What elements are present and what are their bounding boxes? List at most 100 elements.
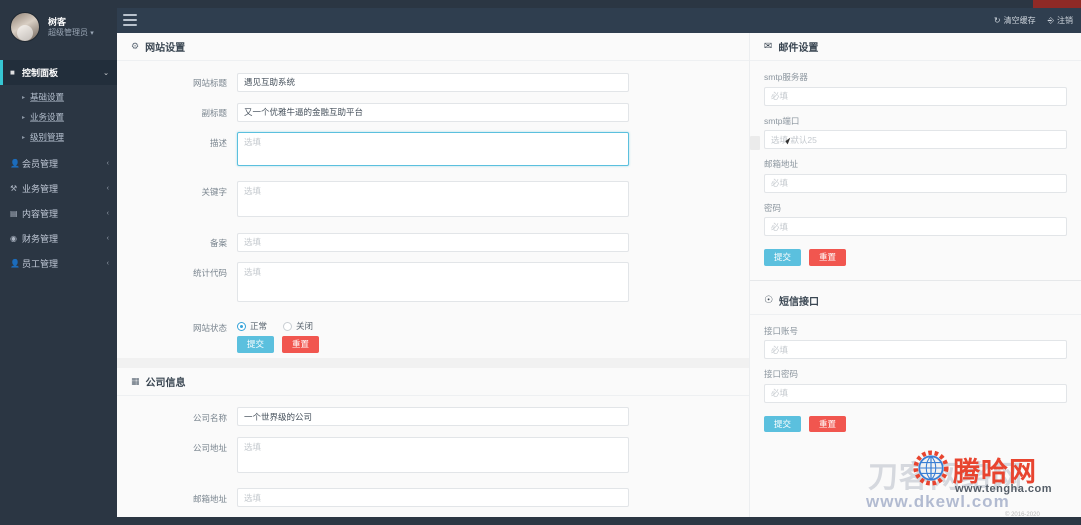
site-settings-header: ⚙ 网站设置 <box>117 33 749 61</box>
field-label: 备案 <box>209 238 227 248</box>
main-content: ⚙ 网站设置 网站标题 副标题 描述 <box>117 33 1081 525</box>
clear-cache-button[interactable]: ↻ 清空缓存 <box>994 15 1036 26</box>
field-mail-address: 邮箱地址 <box>764 158 1067 193</box>
radio-dot-icon <box>283 321 293 331</box>
site-settings-submit-button[interactable]: 提交 <box>237 336 275 353</box>
sidebar-subitem-level-management[interactable]: ▸ 级别管理 <box>0 127 117 147</box>
field-description: 描述 <box>117 127 749 176</box>
field-label: smtp服务器 <box>764 72 808 82</box>
section-gap <box>117 357 749 368</box>
right-column: ✉ 邮件设置 smtp服务器 smtp端口 邮箱地址 密码 提交 <box>749 33 1081 525</box>
radio-status-normal[interactable]: 正常 <box>237 320 267 332</box>
mail-address-input[interactable] <box>764 173 1067 193</box>
field-label: 网站状态 <box>192 323 227 333</box>
sidebar-item-members[interactable]: 👤 会员管理 ‹ <box>0 151 117 176</box>
field-label: 副标题 <box>201 108 227 118</box>
field-label: 公司地址 <box>192 442 227 453</box>
field-label: 密码 <box>764 202 782 213</box>
chevron-right-icon: ‹ <box>106 160 109 167</box>
bullet-icon: ▸ <box>22 114 26 121</box>
sidebar-item-finance[interactable]: ◉ 财务管理 ‹ <box>0 226 117 251</box>
mail-settings-buttons: 提交 重置 <box>764 245 1067 266</box>
mail-settings-reset-button[interactable]: 重置 <box>809 249 847 266</box>
radio-status-closed[interactable]: 关闭 <box>283 320 313 332</box>
site-settings-form: 网站标题 副标题 描述 <box>117 61 749 358</box>
power-icon: ⎆ <box>1047 15 1054 25</box>
icp-input[interactable] <box>237 232 629 252</box>
sidebar-item-staff[interactable]: 👤 员工管理 ‹ <box>0 251 117 276</box>
chevron-right-icon: ‹ <box>106 260 109 267</box>
sms-settings-buttons: 提交 重置 <box>764 412 1067 432</box>
sidebar-item-label: 业务管理 <box>22 184 59 194</box>
keywords-textarea[interactable] <box>237 181 629 217</box>
description-textarea[interactable] <box>237 132 629 166</box>
profile-role: 超级管理员 ▾ <box>48 28 94 39</box>
header-actions: ↻ 清空缓存 ⎆ 注销 <box>994 8 1073 33</box>
site-title-input[interactable] <box>237 72 629 92</box>
building-icon: ▦ <box>131 375 140 386</box>
section-divider <box>750 279 1081 281</box>
field-label: smtp端口 <box>764 115 800 126</box>
sidebar-item-label: 内容管理 <box>22 209 59 219</box>
comment-icon: ☉ <box>764 294 773 306</box>
company-info-header: ▦ 公司信息 <box>117 368 749 396</box>
field-subtitle: 副标题 <box>117 97 749 127</box>
user-icon: 👤 <box>10 159 20 168</box>
site-settings-buttons: 提交 重置 <box>237 332 629 353</box>
field-sms-account: 接口账号 <box>764 325 1067 359</box>
sms-account-input[interactable] <box>764 340 1067 359</box>
sidebar-item-business[interactable]: ⚒ 业务管理 ‹ <box>0 176 117 201</box>
field-sms-password: 接口密码 <box>764 368 1067 403</box>
chevron-right-icon: ‹ <box>106 185 109 192</box>
refresh-icon: ↻ <box>993 16 1001 25</box>
sidebar-item-dashboard[interactable]: ■ 控制面板 ⌄ <box>0 60 117 85</box>
sidebar-submenu: ▸ 基础设置 ▸ 业务设置 ▸ 级别管理 <box>0 85 117 151</box>
mail-settings-submit-button[interactable]: 提交 <box>764 249 802 266</box>
smtp-port-input[interactable] <box>764 130 1067 149</box>
mail-password-input[interactable] <box>764 217 1067 236</box>
field-label: 邮箱地址 <box>192 493 227 504</box>
field-label: 接口密码 <box>764 369 799 379</box>
chevron-down-icon[interactable]: ▾ <box>90 30 94 37</box>
field-site-status: 网站状态 正常 关闭 提交 重置 <box>117 312 749 358</box>
staff-icon: 👤 <box>10 259 20 268</box>
company-name-input[interactable] <box>237 407 629 426</box>
hamburger-icon[interactable] <box>123 14 137 26</box>
dashboard-icon: ■ <box>10 68 15 77</box>
gear-icon: ⚙ <box>131 41 140 51</box>
top-header: ↻ 清空缓存 ⎆ 注销 <box>117 8 1081 33</box>
clear-cache-label: 清空缓存 <box>1003 16 1036 25</box>
company-email-input[interactable] <box>237 488 629 507</box>
sms-password-input[interactable] <box>764 383 1067 403</box>
profile-name: 树客 <box>48 16 67 27</box>
sidebar-item-label: 员工管理 <box>22 259 59 269</box>
top-strip <box>0 0 1081 8</box>
field-label: 描述 <box>209 138 227 148</box>
sidebar-profile[interactable]: 树客 超级管理员 ▾ <box>0 0 117 56</box>
subtitle-input[interactable] <box>237 102 629 122</box>
field-label: 统计代码 <box>192 268 227 278</box>
logout-button[interactable]: ⎆ 注销 <box>1048 15 1073 26</box>
field-label: 接口账号 <box>764 325 799 336</box>
sms-settings-submit-button[interactable]: 提交 <box>764 415 802 432</box>
stats-code-textarea[interactable] <box>237 262 629 302</box>
site-settings-reset-button[interactable]: 重置 <box>282 336 320 353</box>
sidebar-item-content[interactable]: ▤ 内容管理 ‹ <box>0 201 117 226</box>
site-settings-title: 网站设置 <box>145 43 186 54</box>
sidebar: 树客 超级管理员 ▾ ■ 控制面板 ⌄ ▸ 基础设置 ▸ 业务设置 ▸ 级别管理 <box>0 0 117 525</box>
smtp-server-input[interactable] <box>764 86 1067 106</box>
sidebar-item-label: 会员管理 <box>22 159 59 169</box>
logout-label: 注销 <box>1057 16 1073 25</box>
sms-settings-title: 短信接口 <box>778 296 819 308</box>
field-label: 邮箱地址 <box>764 159 799 169</box>
scrollbar-thumb[interactable] <box>750 136 760 150</box>
sidebar-subitem-basic-settings[interactable]: ▸ 基础设置 <box>0 87 117 107</box>
bullet-icon: ▸ <box>22 134 26 141</box>
field-site-title: 网站标题 <box>117 67 749 97</box>
field-mail-password: 密码 <box>764 202 1067 236</box>
sidebar-subitem-business-settings[interactable]: ▸ 业务设置 <box>0 107 117 127</box>
avatar <box>10 12 40 42</box>
company-address-textarea[interactable] <box>237 436 629 473</box>
sms-settings-reset-button[interactable]: 重置 <box>809 415 847 432</box>
left-column: ⚙ 网站设置 网站标题 副标题 描述 <box>117 33 760 525</box>
